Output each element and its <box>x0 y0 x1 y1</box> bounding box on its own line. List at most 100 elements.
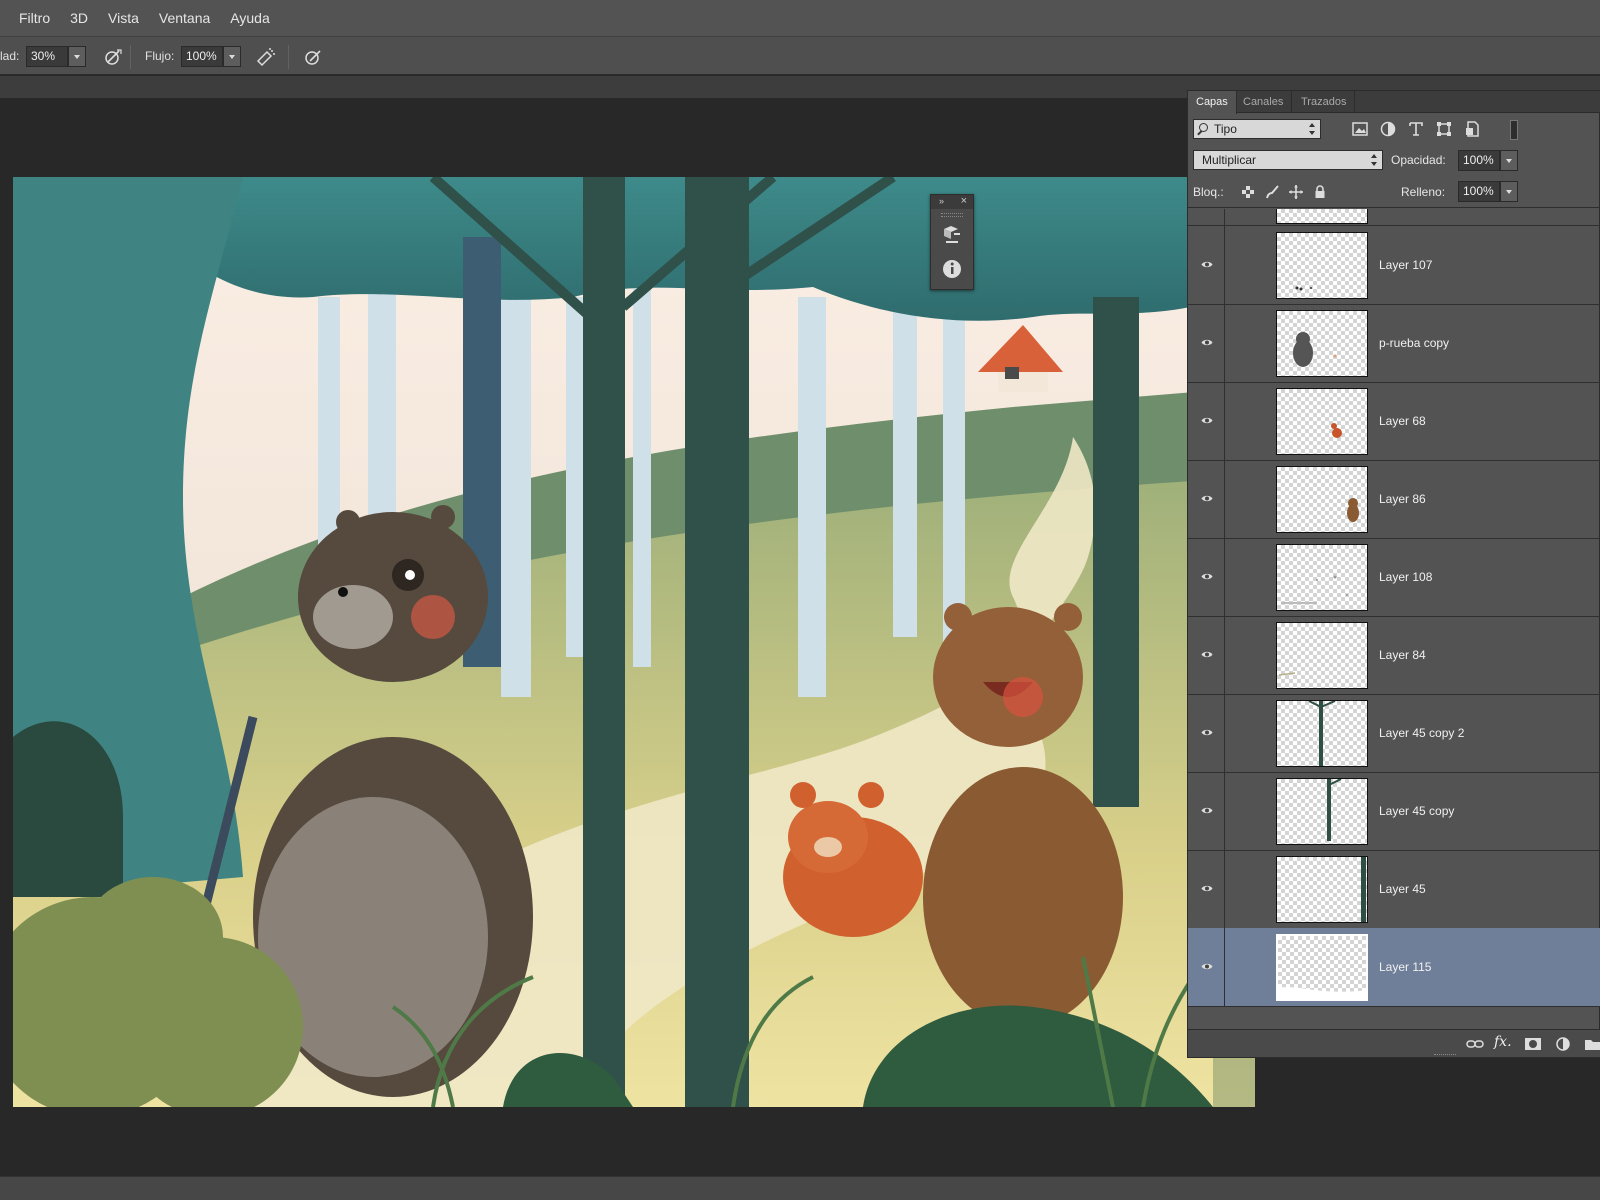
filter-kind-value: Tipo <box>1214 122 1237 136</box>
layer-row[interactable]: p-rueba copy <box>1188 304 1600 383</box>
layer-row[interactable]: Layer 86 <box>1188 460 1600 539</box>
lock-all-icon[interactable] <box>1312 184 1328 200</box>
pressure-size-icon[interactable] <box>302 46 324 68</box>
layer-row-partial[interactable] <box>1188 209 1600 226</box>
visibility-toggle[interactable] <box>1188 304 1225 382</box>
fill-label: Relleno: <box>1401 185 1446 199</box>
pixel-layer-filter-icon[interactable] <box>1351 120 1369 138</box>
flow-label: Flujo: <box>145 49 175 63</box>
layer-row[interactable]: Layer 45 <box>1188 850 1600 929</box>
layer-name: Layer 45 copy 2 <box>1379 726 1465 740</box>
tab-capas[interactable]: Capas <box>1188 91 1237 114</box>
filter-toggle-switch[interactable] <box>1510 120 1518 140</box>
panel-grip[interactable] <box>941 213 963 217</box>
lock-label: Bloq.: <box>1193 185 1224 199</box>
add-mask-icon[interactable] <box>1524 1036 1542 1052</box>
menu-ventana[interactable]: Ventana <box>149 0 220 37</box>
shape-layer-filter-icon[interactable] <box>1435 120 1453 138</box>
layer-row[interactable]: Layer 108 <box>1188 538 1600 617</box>
eye-icon <box>1201 261 1213 268</box>
layer-name: Layer 45 <box>1379 882 1426 896</box>
layer-filter-row: Tipo <box>1188 114 1600 146</box>
toolbar-divider <box>288 45 289 69</box>
adjustment-layer-filter-icon[interactable] <box>1379 120 1397 138</box>
status-bar <box>0 1176 1600 1200</box>
tab-canales[interactable]: Canales <box>1235 91 1293 113</box>
close-panel-button[interactable]: × <box>961 195 967 207</box>
type-layer-filter-icon[interactable] <box>1407 120 1425 138</box>
visibility-toggle[interactable] <box>1188 460 1225 538</box>
lock-position-icon[interactable] <box>1288 184 1304 200</box>
visibility-toggle[interactable] <box>1188 382 1225 460</box>
info-icon[interactable] <box>940 257 964 281</box>
eye-icon <box>1201 495 1213 502</box>
lock-image-pixels-icon[interactable] <box>1264 184 1280 200</box>
layer-name: p-rueba copy <box>1379 336 1450 350</box>
menu-vista[interactable]: Vista <box>98 0 149 37</box>
airbrush-icon[interactable] <box>255 46 277 68</box>
brush-opacity-dropdown[interactable] <box>68 46 86 67</box>
visibility-toggle[interactable] <box>1188 616 1225 694</box>
lock-transparent-pixels-icon[interactable] <box>1240 184 1256 200</box>
visibility-toggle[interactable] <box>1188 772 1225 850</box>
brush-opacity-field[interactable]: 30% <box>26 46 68 67</box>
eye-icon <box>1201 339 1213 346</box>
new-group-icon[interactable] <box>1584 1036 1600 1052</box>
forest-bears-illustration <box>13 177 1255 1107</box>
layer-row[interactable]: Layer 68 <box>1188 382 1600 461</box>
menu-3d[interactable]: 3D <box>60 0 98 37</box>
smart-object-filter-icon[interactable] <box>1463 120 1481 138</box>
visibility-toggle[interactable] <box>1188 850 1225 928</box>
blend-mode-select[interactable]: Multiplicar <box>1193 150 1383 170</box>
menu-filtro[interactable]: Filtro <box>9 0 60 37</box>
link-layers-icon[interactable] <box>1466 1036 1484 1052</box>
layer-thumbnail <box>1276 388 1368 455</box>
layer-opacity-field[interactable]: 100% <box>1458 150 1500 171</box>
layer-row[interactable]: Layer 115 <box>1188 928 1600 1007</box>
flow-field[interactable]: 100% <box>181 46 223 67</box>
visibility-toggle[interactable] <box>1188 694 1225 772</box>
eye-icon <box>1201 651 1213 658</box>
fx-icon[interactable]: fx. <box>1494 1034 1512 1050</box>
layer-row[interactable]: Layer 45 copy 2 <box>1188 694 1600 773</box>
layer-name: Layer 68 <box>1379 414 1426 428</box>
3d-properties-icon[interactable] <box>940 223 964 247</box>
collapse-panel-button[interactable]: » <box>939 196 944 206</box>
layer-row[interactable]: Layer 107 <box>1188 226 1600 305</box>
eye-icon <box>1201 885 1213 892</box>
layer-row[interactable]: Layer 45 copy <box>1188 772 1600 851</box>
tool-options-bar: lad: 30% Flujo: 100% <box>0 37 1600 75</box>
layer-name: Layer 86 <box>1379 492 1426 506</box>
visibility-cell[interactable] <box>1188 209 1225 225</box>
visibility-toggle[interactable] <box>1188 538 1225 616</box>
opacity-label: lad: <box>0 49 20 63</box>
fill-dropdown[interactable] <box>1500 181 1518 202</box>
layers-panel-footer: fx. <box>1188 1029 1600 1057</box>
layer-thumbnail <box>1276 778 1368 845</box>
document-canvas[interactable] <box>13 177 1255 1107</box>
floating-panel-header[interactable]: » × <box>931 195 973 209</box>
layer-row[interactable]: Layer 84 <box>1188 616 1600 695</box>
floating-tool-panel: » × <box>930 194 974 290</box>
pressure-opacity-icon[interactable] <box>102 46 124 68</box>
layer-name: Layer 115 <box>1379 960 1432 974</box>
flow-dropdown[interactable] <box>223 46 241 67</box>
blend-opacity-row: Multiplicar Opacidad: 100% <box>1188 146 1600 176</box>
layer-name: Layer 107 <box>1379 258 1433 272</box>
tab-trazados[interactable]: Trazados <box>1293 91 1356 113</box>
new-adjustment-icon[interactable] <box>1554 1036 1572 1052</box>
eye-icon <box>1201 573 1213 580</box>
visibility-toggle[interactable] <box>1188 928 1225 1006</box>
menu-ayuda[interactable]: Ayuda <box>220 0 279 37</box>
chevron-updown-icon <box>1309 123 1316 135</box>
visibility-toggle[interactable] <box>1188 226 1225 304</box>
layer-thumbnail <box>1276 544 1368 611</box>
panel-resize-grip[interactable] <box>1434 1054 1456 1057</box>
layer-list: Layer 107 p-rueba copy Layer 68 Layer 86 Lay… <box>1188 209 1600 1029</box>
blend-mode-value: Multiplicar <box>1202 153 1257 167</box>
layer-name: Layer 84 <box>1379 648 1426 662</box>
lock-fill-row: Bloq.: Relleno: 100% <box>1188 176 1600 208</box>
layer-opacity-dropdown[interactable] <box>1500 150 1518 171</box>
filter-kind-select[interactable]: Tipo <box>1193 119 1321 139</box>
fill-field[interactable]: 100% <box>1458 181 1500 202</box>
